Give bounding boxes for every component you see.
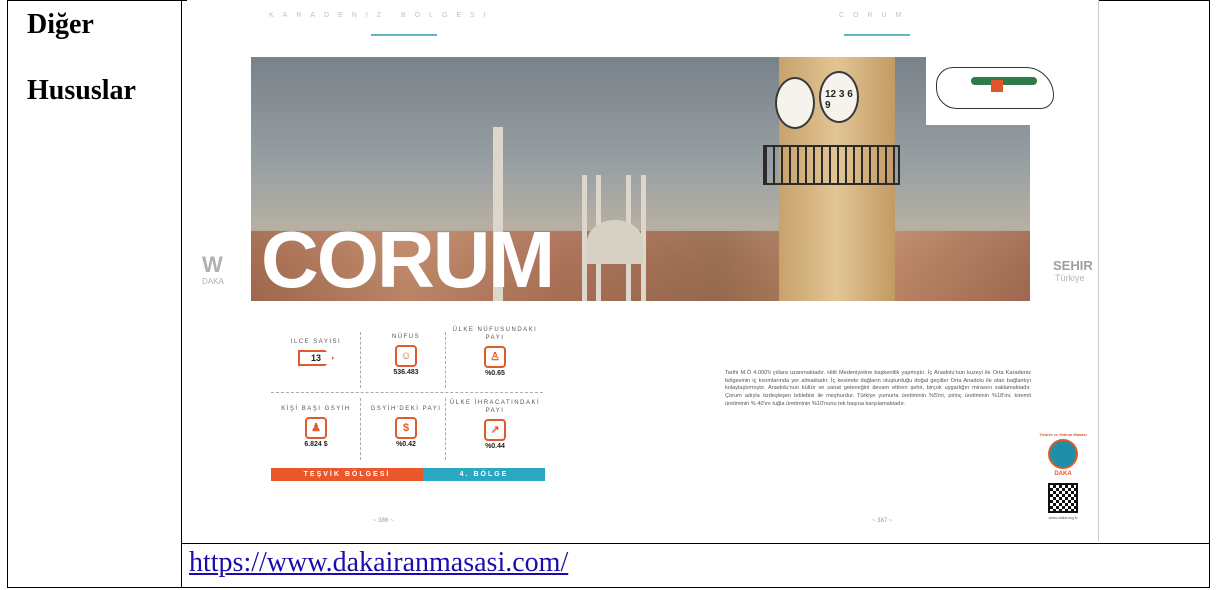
incentive-region-label: TEŞVİK BÖLGESİ bbox=[271, 468, 423, 481]
map-outline bbox=[936, 67, 1054, 109]
stat-gdp-share: GSYİH'DEKİ PAYI $ %0.42 bbox=[361, 405, 451, 448]
contact-badge: Ticaret ve Yatırım Masası DAKA www.daka.… bbox=[1039, 432, 1087, 540]
header-city: CORUM bbox=[839, 12, 911, 19]
stat-label: GSYİH'DEKİ PAYI bbox=[370, 406, 442, 412]
export-icon: ↗ bbox=[484, 419, 506, 441]
stat-value: %0.44 bbox=[485, 443, 505, 450]
page-number-right: ~ 387 ~ bbox=[872, 518, 893, 524]
column-divider bbox=[181, 1, 182, 587]
badge-name: DAKA bbox=[1054, 471, 1072, 477]
stat-label: ÜLKE İHRACATINDAKİ PAYI bbox=[449, 400, 541, 414]
stat-value: %0.65 bbox=[485, 370, 505, 377]
stat-value: 6.824 $ bbox=[304, 441, 328, 448]
stat-population-share: ÜLKE NÜFUSUNDAKI PAYI ♙ %0.65 bbox=[445, 326, 545, 377]
stat-value: 536.483 bbox=[393, 369, 419, 376]
header-region: KARADENIZ BÖLGESI bbox=[269, 12, 495, 19]
clock-face-right: 12 3 6 9 bbox=[819, 71, 859, 123]
stats-separator bbox=[271, 392, 543, 393]
stat-value: %0.42 bbox=[396, 441, 416, 448]
city-title: CORUM bbox=[261, 215, 555, 304]
badge-title: Ticaret ve Yatırım Masası bbox=[1039, 432, 1087, 437]
row-divider bbox=[181, 543, 1209, 544]
turkey-map bbox=[926, 57, 1062, 125]
arrow-sign-icon: 13 bbox=[298, 350, 334, 366]
cell-heading-line1: Diğer bbox=[27, 9, 94, 40]
stat-label: ÜLKE NÜFUSUNDAKI PAYI bbox=[452, 327, 538, 341]
corum-location bbox=[991, 80, 1003, 92]
badge-url: www.daka.org.tr bbox=[1048, 515, 1078, 520]
stat-export-share: ÜLKE İHRACATINDAKİ PAYI ↗ %0.44 bbox=[445, 399, 545, 450]
stat-population: NÜFUS ☺ 536.483 bbox=[361, 333, 451, 376]
stat-label: ILCE SAYISI bbox=[290, 339, 342, 345]
brochure-spread-image: KARADENIZ BÖLGESI CORUM 12 3 6 9 CORUM W… bbox=[187, 0, 1099, 541]
people-icon: ☺ bbox=[395, 345, 417, 367]
stats-divider bbox=[360, 332, 361, 388]
website-link[interactable]: https://www.dakairanmasasi.com/ bbox=[189, 547, 568, 579]
population-icon: ♙ bbox=[484, 346, 506, 368]
badge-logo-icon bbox=[1048, 439, 1078, 469]
clock-face-left bbox=[775, 77, 815, 129]
stat-label: KİŞİ BAŞI GSYİH bbox=[281, 406, 351, 412]
city-description: Tarihi M.Ö 4.000'li yıllara uzanmaktadır… bbox=[725, 370, 1031, 407]
tower-balcony bbox=[763, 145, 900, 185]
cell-heading-line2: Hususlar bbox=[27, 75, 136, 106]
page-edge bbox=[1098, 0, 1099, 541]
person-icon: ♟ bbox=[305, 417, 327, 439]
black-sea-region bbox=[971, 77, 1037, 85]
stat-label: NÜFUS bbox=[391, 334, 421, 340]
sehir-logo-sub: Türkiye bbox=[1055, 273, 1085, 283]
qr-code-icon bbox=[1048, 483, 1078, 513]
daka-logo-mark: W bbox=[202, 252, 223, 277]
page-number-left: ~ 386 ~ bbox=[373, 518, 394, 524]
header-underline-right bbox=[844, 34, 910, 36]
stat-district-count: ILCE SAYISI 13 bbox=[271, 338, 361, 368]
money-bag-icon: $ bbox=[395, 417, 417, 439]
clock-numerals: 12 3 6 9 bbox=[825, 89, 853, 111]
mosque-dome bbox=[587, 220, 643, 264]
header-underline-left bbox=[371, 34, 437, 36]
sehir-logo: SEHIR bbox=[1053, 258, 1093, 273]
stats-divider bbox=[445, 332, 446, 388]
stat-gdp-per-capita: KİŞİ BAŞI GSYİH ♟ 6.824 $ bbox=[271, 405, 361, 448]
daka-logo-text: DAKA bbox=[202, 277, 224, 286]
minaret bbox=[582, 175, 587, 301]
incentive-region-value: 4. BÖLGE bbox=[423, 468, 545, 481]
